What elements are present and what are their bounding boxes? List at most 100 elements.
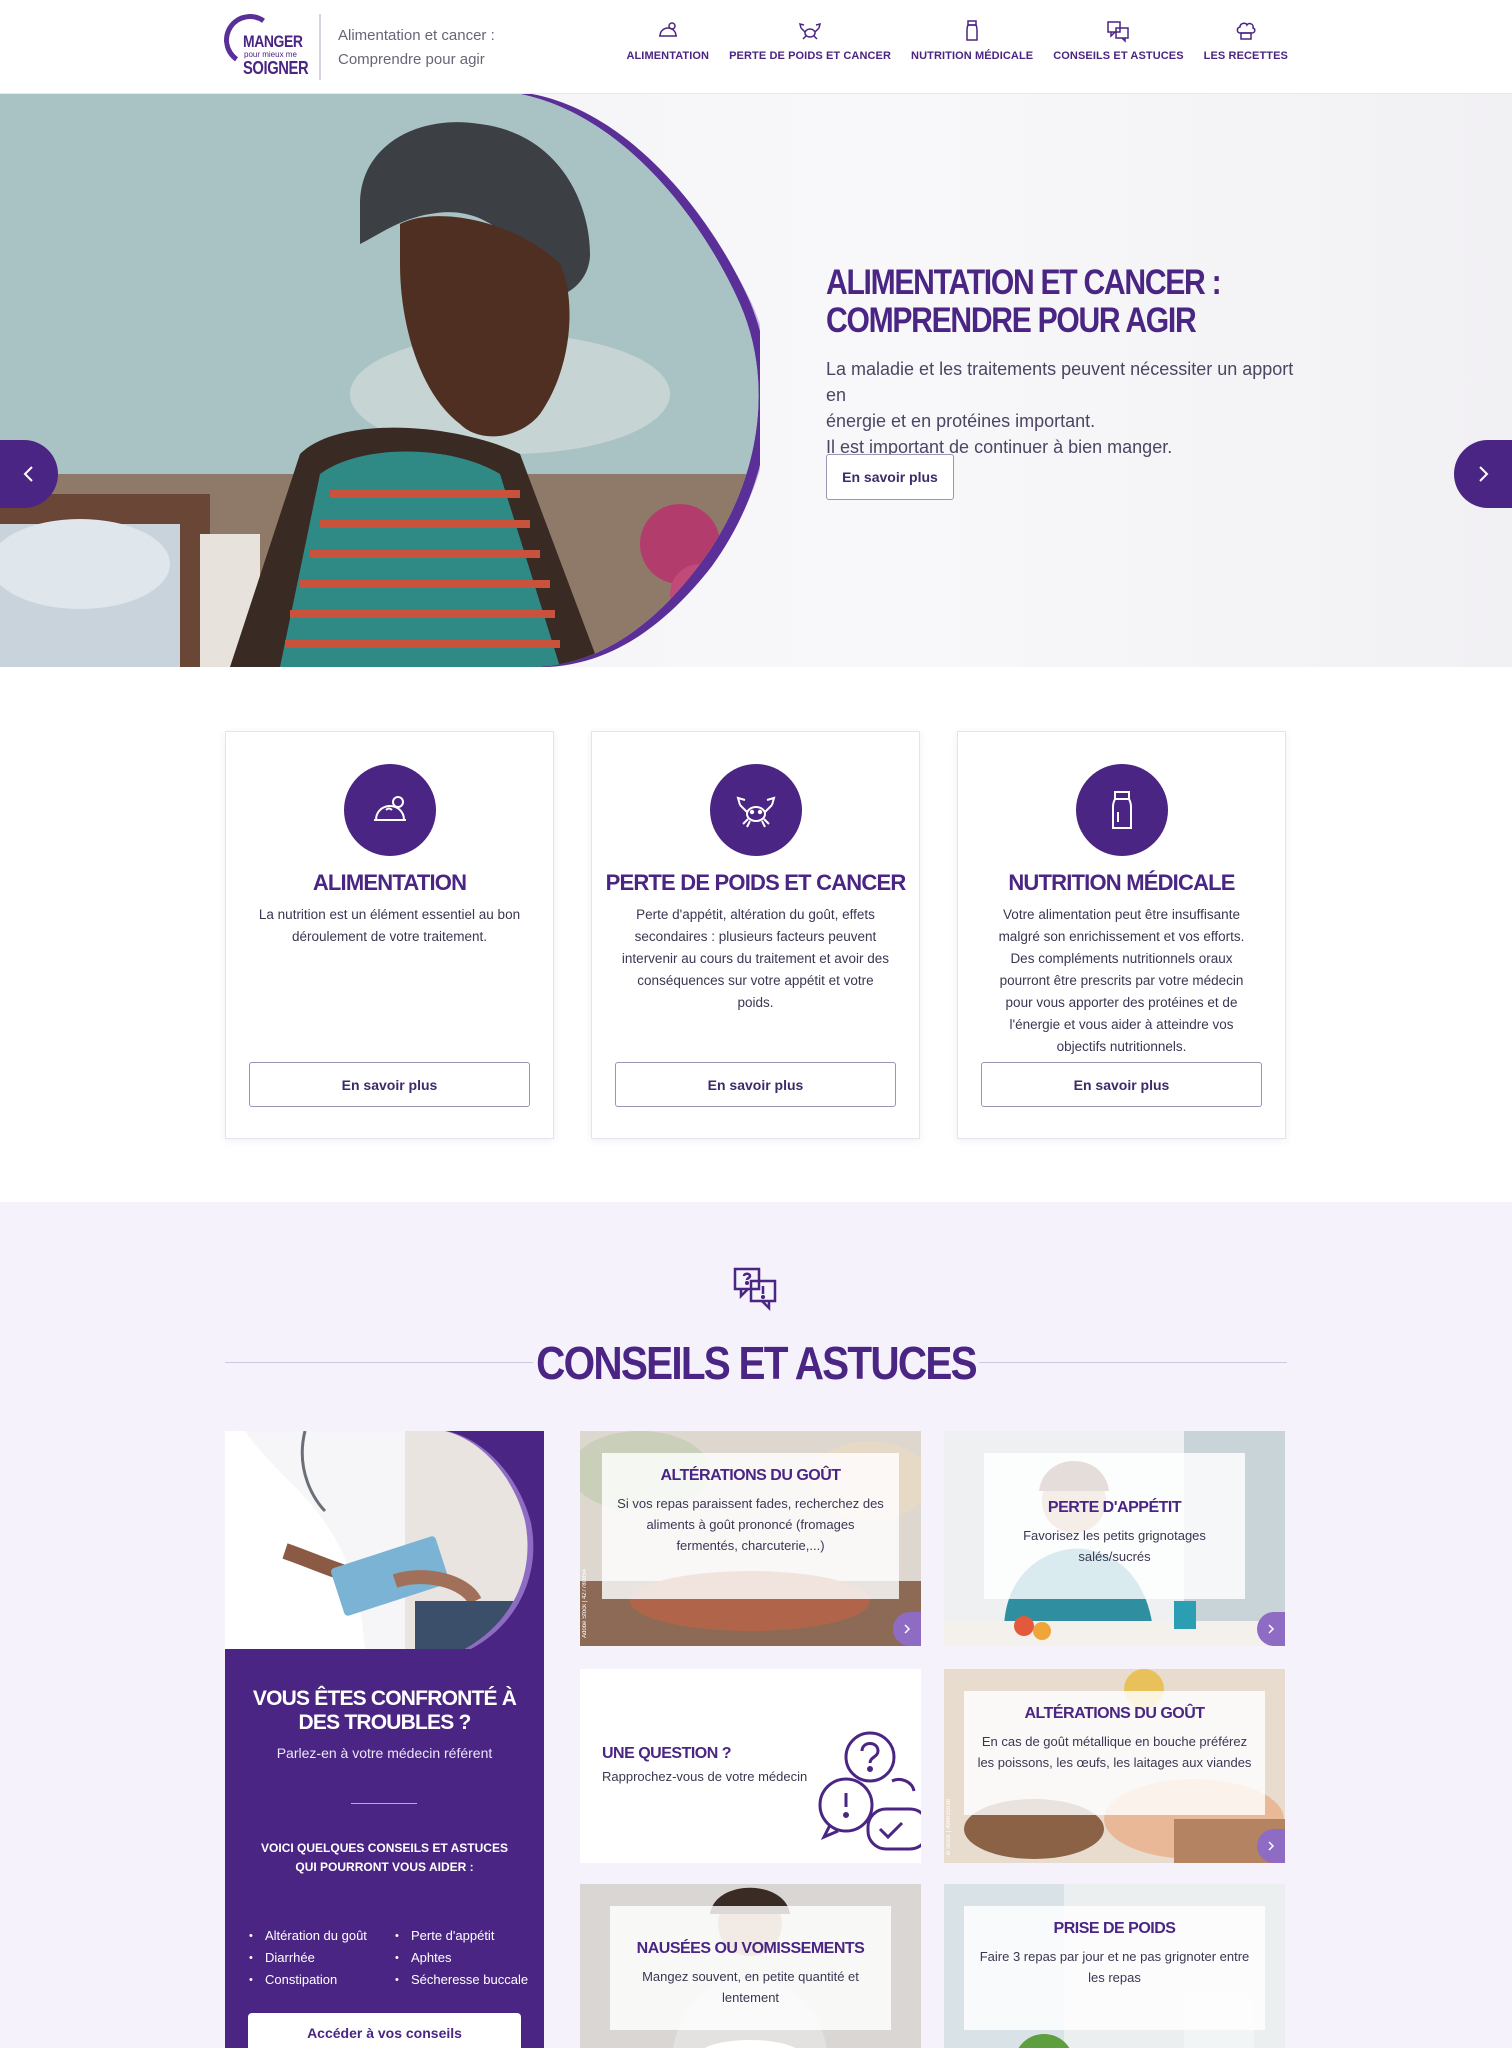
tile-title: ALTÉRATIONS DU GOÛT: [1024, 1705, 1205, 1722]
tile-title: UNE QUESTION ?: [602, 1745, 732, 1762]
card-icon-badge: [344, 764, 436, 856]
nav-label: CONSEILS ET ASTUCES: [1053, 50, 1184, 62]
tile-caption: ALTÉRATIONS DU GOÛT En cas de goût métal…: [964, 1691, 1265, 1815]
doctor-photo: [225, 1431, 534, 1649]
tile-text: Favorisez les petits grignotages salés/s…: [1023, 1528, 1206, 1564]
hero-carousel: ALIMENTATION ET CANCER : COMPRENDRE POUR…: [0, 94, 1512, 667]
chevron-right-icon: [1479, 466, 1489, 482]
card-perte-de-poids: PERTE DE POIDS ET CANCER Perte d'appétit…: [591, 731, 920, 1139]
tile-title: NAUSÉES OU VOMISSEMENTS: [636, 1940, 865, 1957]
nav-label: PERTE DE POIDS ET CANCER: [729, 50, 892, 62]
carousel-next-button[interactable]: [1454, 440, 1512, 508]
nav-label: NUTRITION MÉDICALE: [911, 50, 1034, 62]
site-tagline: Alimentation et cancer : Comprendre pour…: [338, 24, 495, 72]
site-header: MANGER pour mieux me SOIGNER Alimentatio…: [0, 0, 1512, 94]
tile-text: Faire 3 repas par jour et ne pas grignot…: [979, 1949, 1250, 1985]
nav-item-alimentation[interactable]: ALIMENTATION: [626, 18, 709, 62]
tile-caption: ALTÉRATIONS DU GOÛT Si vos repas paraiss…: [602, 1453, 899, 1599]
panel-title: VOUS ÊTES CONFRONTÉ À DES TROUBLES ?: [252, 1687, 517, 1734]
list-item: Sécheresse buccale: [395, 1971, 539, 1989]
troubles-panel: VOUS ÊTES CONFRONTÉ À DES TROUBLES ? Par…: [225, 1431, 544, 2048]
bottle-icon: [966, 20, 978, 41]
card-title: ALIMENTATION: [312, 870, 467, 895]
chef-hat-icon: [1236, 22, 1256, 40]
question-bubbles-icon: [818, 1731, 921, 1851]
hero-title-line-1: ALIMENTATION ET CANCER :: [826, 263, 1222, 302]
section-title: CONSEILS ET ASTUCES: [536, 1337, 977, 1389]
food-icon: [374, 796, 406, 821]
title-rule-right: [979, 1362, 1287, 1363]
hero-description: La maladie et les traitements peuvent né…: [826, 356, 1296, 460]
nav-item-perte-de-poids[interactable]: PERTE DE POIDS ET CANCER: [729, 18, 891, 62]
list-item: Constipation: [249, 1971, 395, 1989]
tile-title: PERTE D'APPÉTIT: [1047, 1499, 1182, 1516]
bottle-icon: [1112, 791, 1132, 829]
chevron-right-icon: [1268, 1624, 1275, 1634]
tile-caption: PERTE D'APPÉTIT Favorisez les petits gri…: [984, 1453, 1245, 1599]
question-chat-icon: [733, 1267, 777, 1312]
list-item: Altération du goût: [249, 1927, 395, 1945]
logo-line-1: MANGER: [243, 32, 303, 51]
tile-next-button[interactable]: [1257, 1829, 1285, 1863]
nav-item-recettes[interactable]: LES RECETTES: [1204, 18, 1288, 62]
crab-icon: [799, 22, 822, 40]
card-icon-badge: [710, 764, 802, 856]
hero-title-line-2: COMPRENDRE POUR AGIR: [826, 301, 1197, 340]
card-nutrition-medicale: NUTRITION MÉDICALE Votre alimentation pe…: [957, 731, 1286, 1139]
feature-cards: ALIMENTATION La nutrition est un élément…: [225, 731, 1286, 1139]
tagline-line-1: Alimentation et cancer :: [338, 27, 495, 44]
troubles-list: Altération du goût Perte d'appétit Diarr…: [249, 1927, 539, 1989]
nav-label: ALIMENTATION: [626, 50, 710, 62]
logo-divider: [319, 14, 321, 80]
photo-credit: Adobe Stock | 427780854: [582, 1569, 588, 1638]
chevron-right-icon: [904, 1624, 911, 1634]
logo-line-3: SOIGNER: [243, 58, 309, 78]
tile-caption: PRISE DE POIDS Faire 3 repas par jour et…: [964, 1906, 1265, 2030]
chevron-left-icon: [23, 466, 33, 482]
list-item: Perte d'appétit: [395, 1927, 539, 1945]
card-title: NUTRITION MÉDICALE: [1008, 870, 1235, 895]
tile-text: En cas de goût métallique en bouche préf…: [977, 1734, 1252, 1770]
site-logo[interactable]: MANGER pour mieux me SOIGNER: [219, 9, 309, 80]
panel-subtitle: Parlez-en à votre médecin référent: [276, 1745, 493, 1761]
main-nav: ALIMENTATION PERTE DE POIDS ET CANCER NU…: [626, 18, 1288, 62]
card-title: PERTE DE POIDS ET CANCER: [605, 870, 907, 895]
tile-text: Si vos repas paraissent fades, recherche…: [617, 1496, 884, 1553]
card-alimentation: ALIMENTATION La nutrition est un élément…: [225, 731, 554, 1139]
tagline-line-2: Comprendre pour agir: [338, 51, 485, 68]
list-item: Aphtes: [395, 1949, 539, 1967]
tile-text: Mangez souvent, en petite quantité et le…: [642, 1969, 859, 2005]
access-advice-button[interactable]: Accéder à vos conseils: [248, 2013, 521, 2048]
hero-text-line-2: énergie et en protéines important.: [826, 411, 1096, 431]
tile-title: PRISE DE POIDS: [1053, 1920, 1176, 1937]
tile-next-button[interactable]: [893, 1612, 921, 1646]
hero-learn-more-button[interactable]: En savoir plus: [826, 454, 954, 500]
advice-tile-nausees[interactable]: NAUSÉES OU VOMISSEMENTS Mangez souvent, …: [580, 1884, 921, 2048]
advice-tile-alterations-gout-2[interactable]: ie Stock | 496635936 ALTÉRATIONS DU GOÛT…: [944, 1669, 1285, 1863]
card-icon-badge: [1076, 764, 1168, 856]
panel-divider: [351, 1803, 417, 1804]
nav-item-conseils[interactable]: CONSEILS ET ASTUCES: [1053, 18, 1184, 62]
advice-tile-prise-de-poids[interactable]: PRISE DE POIDS Faire 3 repas par jour et…: [944, 1884, 1285, 2048]
list-item: Diarrhée: [249, 1949, 395, 1967]
card-learn-more-button[interactable]: En savoir plus: [249, 1062, 530, 1107]
hero-title: ALIMENTATION ET CANCER : COMPRENDRE POUR…: [826, 264, 1222, 340]
card-learn-more-button[interactable]: En savoir plus: [615, 1062, 896, 1107]
tile-title: ALTÉRATIONS DU GOÛT: [660, 1467, 841, 1484]
nav-item-nutrition-medicale[interactable]: NUTRITION MÉDICALE: [911, 18, 1033, 62]
hero-photo: [0, 94, 760, 667]
tile-caption: NAUSÉES OU VOMISSEMENTS Mangez souvent, …: [610, 1906, 891, 2030]
panel-heading: VOICI QUELQUES CONSEILS ET ASTUCES QUI P…: [261, 1841, 508, 1874]
advice-tile-perte-appetit[interactable]: PERTE D'APPÉTIT Favorisez les petits gri…: [944, 1431, 1285, 1646]
tile-next-button[interactable]: [1257, 1612, 1285, 1646]
crab-icon: [736, 796, 776, 828]
advice-tile-alterations-gout[interactable]: Adobe Stock | 427780854 ALTÉRATIONS DU G…: [580, 1431, 921, 1646]
hero-text-line-1: La maladie et les traitements peuvent né…: [826, 359, 1294, 405]
nav-label: LES RECETTES: [1203, 50, 1288, 62]
card-learn-more-button[interactable]: En savoir plus: [981, 1062, 1262, 1107]
card-text: La nutrition est un élément essentiel au…: [258, 907, 521, 944]
conseils-section: CONSEILS ET ASTUCES VOUS ÊTES CONFRONTÉ …: [0, 1202, 1512, 2048]
advice-tile-question[interactable]: UNE QUESTION ? Rapprochez-vous de votre …: [580, 1669, 921, 1863]
food-icon: [658, 22, 677, 37]
tile-text: Rapprochez-vous de votre médecin: [602, 1769, 808, 1784]
